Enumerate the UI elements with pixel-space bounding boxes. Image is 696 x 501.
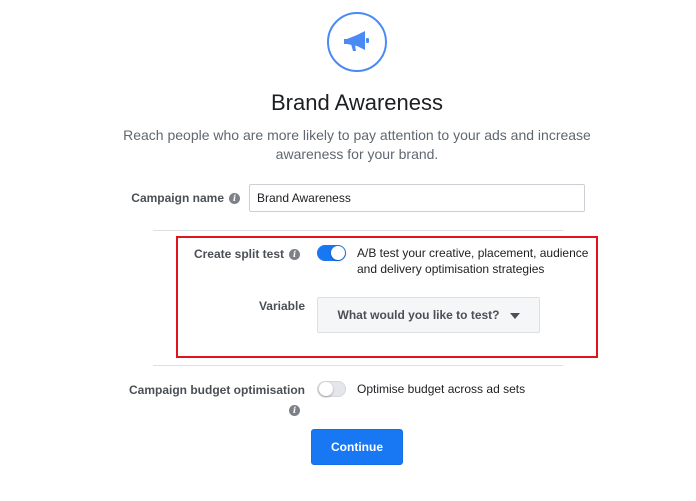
split-test-label-group: Create split test i — [120, 247, 300, 261]
variable-dropdown-label: What would you like to test? — [337, 308, 500, 322]
toggle-knob — [331, 246, 345, 260]
toggle-knob — [319, 382, 333, 396]
info-icon[interactable]: i — [289, 405, 300, 416]
objective-description: Reach people who are more likely to pay … — [123, 127, 591, 162]
variable-label-group: Variable — [120, 299, 305, 313]
divider — [153, 230, 563, 231]
split-test-label: Create split test — [193, 247, 284, 261]
budget-optimisation-description: Optimise budget across ad sets — [357, 382, 526, 396]
budget-optimisation-label-group: Campaign budget optimisation — [100, 383, 305, 397]
megaphone-icon — [327, 12, 387, 72]
info-icon[interactable]: i — [229, 192, 240, 204]
variable-dropdown[interactable]: What would you like to test? — [317, 297, 540, 333]
caret-down-icon — [509, 312, 520, 319]
split-test-description-line2: and delivery optimisation strategies — [357, 262, 545, 276]
campaign-name-label-group: Campaign name i — [60, 191, 240, 205]
campaign-name-label: Campaign name — [131, 191, 224, 205]
variable-label: Variable — [258, 299, 305, 313]
split-test-description-line1: A/B test your creative, placement, audie… — [357, 246, 589, 260]
divider — [153, 365, 563, 366]
budget-optimisation-label: Campaign budget optimisation — [129, 383, 305, 397]
continue-button[interactable]: Continue — [311, 429, 403, 465]
budget-optimisation-toggle[interactable] — [317, 381, 346, 397]
campaign-name-input[interactable] — [249, 184, 585, 212]
info-icon[interactable]: i — [289, 248, 300, 260]
objective-title: Brand Awareness — [270, 90, 444, 115]
split-test-toggle[interactable] — [317, 245, 346, 261]
